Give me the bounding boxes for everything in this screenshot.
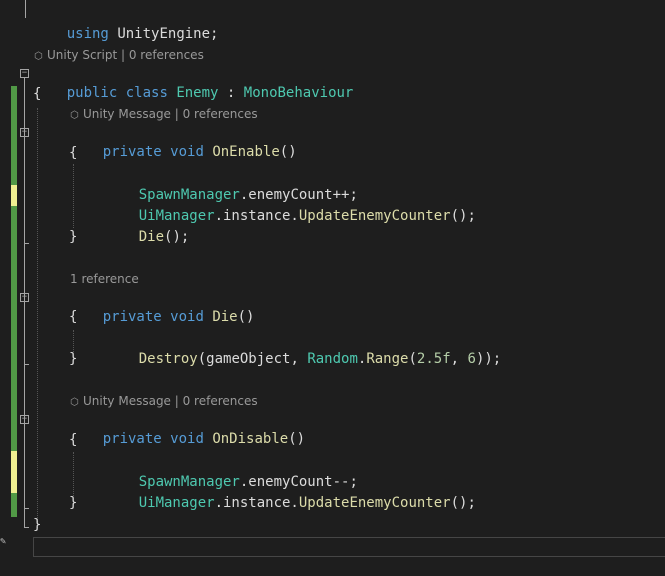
fold-end-marker [24, 364, 29, 365]
brace: { [33, 86, 42, 102]
code-line-brace[interactable]: { [69, 430, 77, 451]
keyword: private [102, 144, 162, 160]
fold-guide-line [25, 0, 26, 18]
method-name: Die [138, 229, 165, 245]
keyword: class [125, 85, 168, 101]
edit-pen-icon: ✎ [0, 536, 7, 547]
current-line-highlight[interactable] [33, 537, 665, 557]
comma: , [450, 351, 468, 367]
code-line-statement[interactable]: Destroy(gameObject, Random.Range(2.5f, 6… [105, 328, 502, 367]
method-name: Die [212, 309, 238, 325]
brace: } [69, 229, 78, 245]
brace: { [69, 432, 78, 448]
number-literal: 2.5f [416, 351, 451, 367]
code-line-brace[interactable]: { [69, 143, 77, 164]
type-name: Random [307, 351, 358, 367]
unsaved-change-bar [11, 185, 17, 206]
parens: () [237, 309, 255, 325]
fold-end-marker [24, 243, 29, 244]
codelens-text: Unity Message | 0 references [83, 394, 258, 408]
keyword: private [102, 309, 162, 325]
class-name: Enemy [176, 85, 219, 101]
method-name: UpdateEnemyCounter [298, 495, 451, 511]
method-name: Destroy [138, 351, 198, 367]
code-line-brace[interactable]: } [69, 349, 77, 370]
code-line-onenable[interactable]: private void OnEnable() [69, 121, 297, 160]
code-line-statement[interactable]: UiManager.instance.UpdateEnemyCounter(); [105, 185, 476, 224]
codelens-text: Unity Script | 0 references [47, 48, 204, 62]
code-editor[interactable]: − − − − using UnityEngine; ⬡ Unity Script… [0, 0, 665, 576]
collapse-minus-icon[interactable]: − [20, 69, 29, 78]
code-line-statement[interactable]: Die(); [105, 206, 190, 245]
unsaved-change-bar [11, 451, 17, 493]
fold-end-marker [24, 508, 29, 509]
colon: : [218, 85, 244, 101]
parens: () [288, 431, 306, 447]
paren: )); [475, 351, 502, 367]
code-line-using[interactable]: using UnityEngine; [33, 3, 219, 42]
call-parens: (); [450, 208, 476, 224]
code-line-brace[interactable]: } [33, 515, 41, 536]
collapse-minus-icon[interactable]: − [20, 415, 29, 424]
method-name: UpdateEnemyCounter [298, 208, 451, 224]
saved-change-bar [11, 86, 17, 191]
code-line-statement[interactable]: SpawnManager.enemyCount++; [105, 164, 358, 203]
code-line-brace[interactable]: { [69, 307, 77, 328]
brace: } [69, 495, 78, 511]
indent-guide [37, 108, 38, 528]
brace: } [69, 351, 78, 367]
member-access: .instance. [214, 208, 299, 224]
collapse-minus-icon[interactable]: − [20, 293, 29, 302]
method-name: Range [366, 351, 409, 367]
call-parens: (); [450, 495, 476, 511]
call-parens: (); [164, 229, 190, 245]
method-name: OnEnable [212, 144, 280, 160]
base-class: MonoBehaviour [243, 85, 354, 101]
code-line-brace[interactable]: } [69, 493, 77, 514]
number-literal: 6 [467, 351, 476, 367]
keyword: void [170, 144, 204, 160]
fold-end-marker [24, 527, 29, 528]
code-line-ondisable[interactable]: private void OnDisable() [69, 408, 305, 447]
brace: { [69, 145, 78, 161]
parens: () [279, 144, 297, 160]
keyword: using [66, 26, 109, 42]
member-access: .instance. [214, 495, 299, 511]
method-name: OnDisable [212, 431, 289, 447]
saved-change-bar [11, 493, 17, 517]
code-line-class[interactable]: public class Enemy : MonoBehaviour [33, 62, 354, 101]
namespace: UnityEngine; [117, 26, 219, 42]
code-line-brace[interactable]: } [69, 227, 77, 248]
codelens-text: 1 reference [70, 272, 139, 286]
code-line-brace[interactable]: { [33, 84, 41, 105]
codelens-die[interactable]: 1 reference [70, 271, 139, 287]
keyword: public [66, 85, 118, 101]
type-name: UiManager [138, 495, 215, 511]
fold-guide-line [24, 78, 25, 528]
code-line-statement[interactable]: SpawnManager.enemyCount--; [105, 451, 358, 490]
brace: } [33, 517, 42, 533]
brace: { [69, 309, 78, 325]
code-line-statement[interactable]: UiManager.instance.UpdateEnemyCounter(); [105, 472, 476, 511]
codelens-text: Unity Message | 0 references [83, 107, 258, 121]
keyword: void [170, 309, 204, 325]
keyword: private [102, 431, 162, 447]
code-line-die[interactable]: private void Die() [69, 286, 255, 325]
saved-change-bar [11, 206, 17, 451]
args: (gameObject, [197, 351, 308, 367]
paren: ( [408, 351, 417, 367]
keyword: void [170, 431, 204, 447]
collapse-minus-icon[interactable]: − [20, 128, 29, 137]
